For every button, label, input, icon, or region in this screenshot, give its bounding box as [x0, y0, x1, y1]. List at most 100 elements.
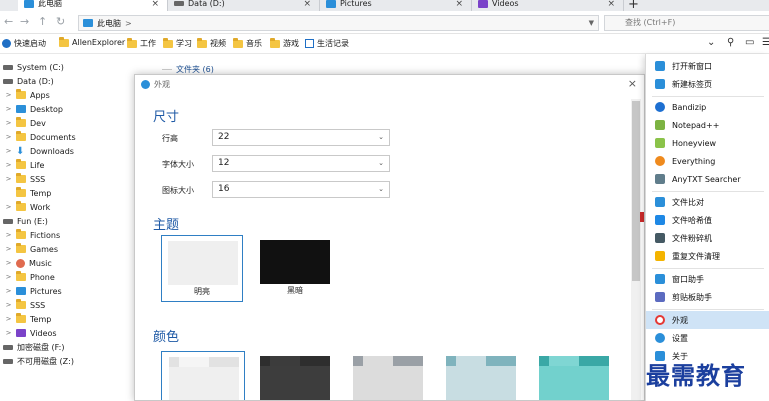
- chevron-down-icon[interactable]: ▼: [589, 19, 594, 27]
- sidebar-item-phone[interactable]: > Phone: [5, 270, 55, 284]
- bookmark-video[interactable]: 视频: [197, 37, 226, 49]
- bookmark-study[interactable]: 学习: [163, 37, 192, 49]
- back-button[interactable]: ←: [4, 15, 13, 28]
- address-bar[interactable]: 此电脑 > ▼: [78, 15, 599, 31]
- menu-item-file-hash[interactable]: 文件哈希值: [646, 211, 769, 229]
- menu-icon[interactable]: ☰: [762, 37, 769, 48]
- chevron-right-icon[interactable]: >: [5, 203, 12, 211]
- sidebar-item-sss[interactable]: > SSS: [5, 172, 45, 186]
- chevron-right-icon[interactable]: >: [5, 315, 12, 323]
- chevron-right-icon[interactable]: >: [5, 119, 12, 127]
- tab-pictures[interactable]: Pictures ×: [320, 0, 472, 11]
- sidebar-item-downloads[interactable]: > ⬇ Downloads: [5, 144, 74, 158]
- tab-videos[interactable]: Videos ×: [472, 0, 624, 11]
- color-card-1[interactable]: [161, 351, 245, 400]
- chevron-right-icon[interactable]: >: [5, 161, 12, 169]
- new-tab-button[interactable]: +: [628, 0, 639, 11]
- breadcrumb-this-pc[interactable]: 此电脑: [97, 18, 121, 29]
- sidebar-item-data-d[interactable]: Data (D:): [3, 74, 54, 88]
- bookmark-life-records[interactable]: 生活记录: [305, 38, 349, 49]
- menu-item-window-assistant[interactable]: 窗口助手: [646, 270, 769, 288]
- sidebar-item-games[interactable]: > Games: [5, 242, 58, 256]
- refresh-button[interactable]: ↻: [56, 15, 65, 28]
- bookmark-work[interactable]: 工作: [127, 37, 156, 49]
- menu-item-anytxt[interactable]: AnyTXT Searcher: [646, 170, 769, 188]
- chevron-right-icon[interactable]: >: [5, 147, 12, 155]
- menu-item-new-window[interactable]: 打开新窗口: [646, 57, 769, 75]
- app-icon: [141, 80, 150, 89]
- close-icon[interactable]: ×: [151, 0, 159, 9]
- sidebar-item-music[interactable]: > Music: [5, 256, 52, 270]
- sidebar-item-documents[interactable]: > Documents: [5, 130, 76, 144]
- close-icon[interactable]: ×: [455, 0, 463, 9]
- menu-item-everything[interactable]: Everything: [646, 152, 769, 170]
- up-button[interactable]: ↑: [38, 15, 47, 28]
- dialog-scrollbar[interactable]: [631, 99, 641, 400]
- chevron-right-icon[interactable]: >: [5, 175, 12, 183]
- color-card-3[interactable]: [346, 351, 430, 400]
- tab-this-pc[interactable]: 此电脑 ×: [18, 0, 168, 11]
- chevron-right-icon[interactable]: >: [5, 273, 12, 281]
- forward-button[interactable]: →: [20, 15, 29, 28]
- menu-item-bandizip[interactable]: Bandizip: [646, 98, 769, 116]
- bookmark-games[interactable]: 游戏: [270, 37, 299, 49]
- search-icon[interactable]: ⚲: [727, 37, 734, 48]
- chevron-right-icon[interactable]: >: [5, 231, 12, 239]
- menu-item-settings[interactable]: 设置: [646, 329, 769, 347]
- sidebar-item-videos[interactable]: > Videos: [5, 326, 57, 340]
- sidebar-item-temp[interactable]: Temp: [5, 186, 51, 200]
- search-input[interactable]: 查找 (Ctrl+F): [604, 15, 769, 31]
- menu-item-notepadpp[interactable]: Notepad++: [646, 116, 769, 134]
- window-icon[interactable]: ▭: [745, 37, 754, 48]
- row-height-select[interactable]: 22 ⌄: [212, 129, 390, 146]
- color-card-5[interactable]: [532, 351, 616, 400]
- sidebar-item-sss-2[interactable]: > SSS: [5, 298, 45, 312]
- sidebar-item-desktop[interactable]: > Desktop: [5, 102, 63, 116]
- icon-size-select[interactable]: 16 ⌄: [212, 181, 390, 198]
- bookmark-music[interactable]: 音乐: [233, 37, 262, 49]
- menu-item-honeyview[interactable]: Honeyview: [646, 134, 769, 152]
- theme-light-card[interactable]: 明亮: [161, 235, 243, 302]
- sidebar-item-apps[interactable]: > Apps: [5, 88, 50, 102]
- sidebar-item-dev[interactable]: > Dev: [5, 116, 46, 130]
- chevron-right-icon[interactable]: >: [5, 301, 12, 309]
- sidebar-item-temp-2[interactable]: > Temp: [5, 312, 51, 326]
- font-size-select[interactable]: 12 ⌄: [212, 155, 390, 172]
- scrollbar-thumb[interactable]: [632, 101, 640, 281]
- chevron-right-icon[interactable]: >: [5, 91, 12, 99]
- sidebar-item-fictions[interactable]: > Fictions: [5, 228, 60, 242]
- chevron-right-icon[interactable]: >: [5, 287, 12, 295]
- color-card-2[interactable]: [253, 351, 337, 400]
- chevron-right-icon[interactable]: >: [5, 259, 12, 267]
- menu-item-file-compare[interactable]: 文件比对: [646, 193, 769, 211]
- sidebar-item-life[interactable]: > Life: [5, 158, 44, 172]
- sidebar-item-pictures[interactable]: > Pictures: [5, 284, 62, 298]
- sidebar-item-label: Downloads: [30, 146, 74, 156]
- menu-item-new-tab[interactable]: 新建标签页: [646, 75, 769, 93]
- close-icon[interactable]: ×: [303, 0, 311, 9]
- sidebar-item-work[interactable]: > Work: [5, 200, 50, 214]
- sidebar-item-encrypted-f[interactable]: 加密磁盘 (F:): [3, 340, 64, 354]
- menu-item-file-shredder[interactable]: 文件粉碎机: [646, 229, 769, 247]
- sidebar-item-system-c[interactable]: System (C:): [3, 60, 64, 74]
- chevron-right-icon[interactable]: >: [5, 105, 12, 113]
- dialog-close-button[interactable]: ×: [628, 77, 637, 90]
- tab-label: 此电脑: [38, 0, 62, 8]
- chevron-down-icon[interactable]: ⌄: [707, 37, 715, 48]
- bookmark-quick-launch[interactable]: 快速启动: [2, 38, 46, 49]
- swatch-tab: [456, 356, 486, 366]
- menu-item-clipboard-assistant[interactable]: 剪贴板助手: [646, 288, 769, 306]
- close-icon[interactable]: ×: [607, 0, 615, 9]
- sidebar-item-fun-e[interactable]: Fun (E:): [3, 214, 48, 228]
- chevron-right-icon[interactable]: >: [5, 329, 12, 337]
- tab-data-drive[interactable]: Data (D:) ×: [168, 0, 320, 11]
- bookmark-allenexplorer[interactable]: AllenExplorer: [59, 36, 125, 47]
- menu-item-duplicate-cleaner[interactable]: 重复文件清理: [646, 247, 769, 265]
- menu-item-appearance[interactable]: 外观: [646, 311, 769, 329]
- chevron-right-icon[interactable]: >: [5, 245, 12, 253]
- breadcrumb-separator[interactable]: >: [125, 19, 132, 28]
- color-card-4[interactable]: [439, 351, 523, 400]
- sidebar-item-unavailable-z[interactable]: 不可用磁盘 (Z:): [3, 354, 74, 368]
- chevron-right-icon[interactable]: >: [5, 133, 12, 141]
- theme-dark-card[interactable]: 黑暗: [254, 235, 336, 302]
